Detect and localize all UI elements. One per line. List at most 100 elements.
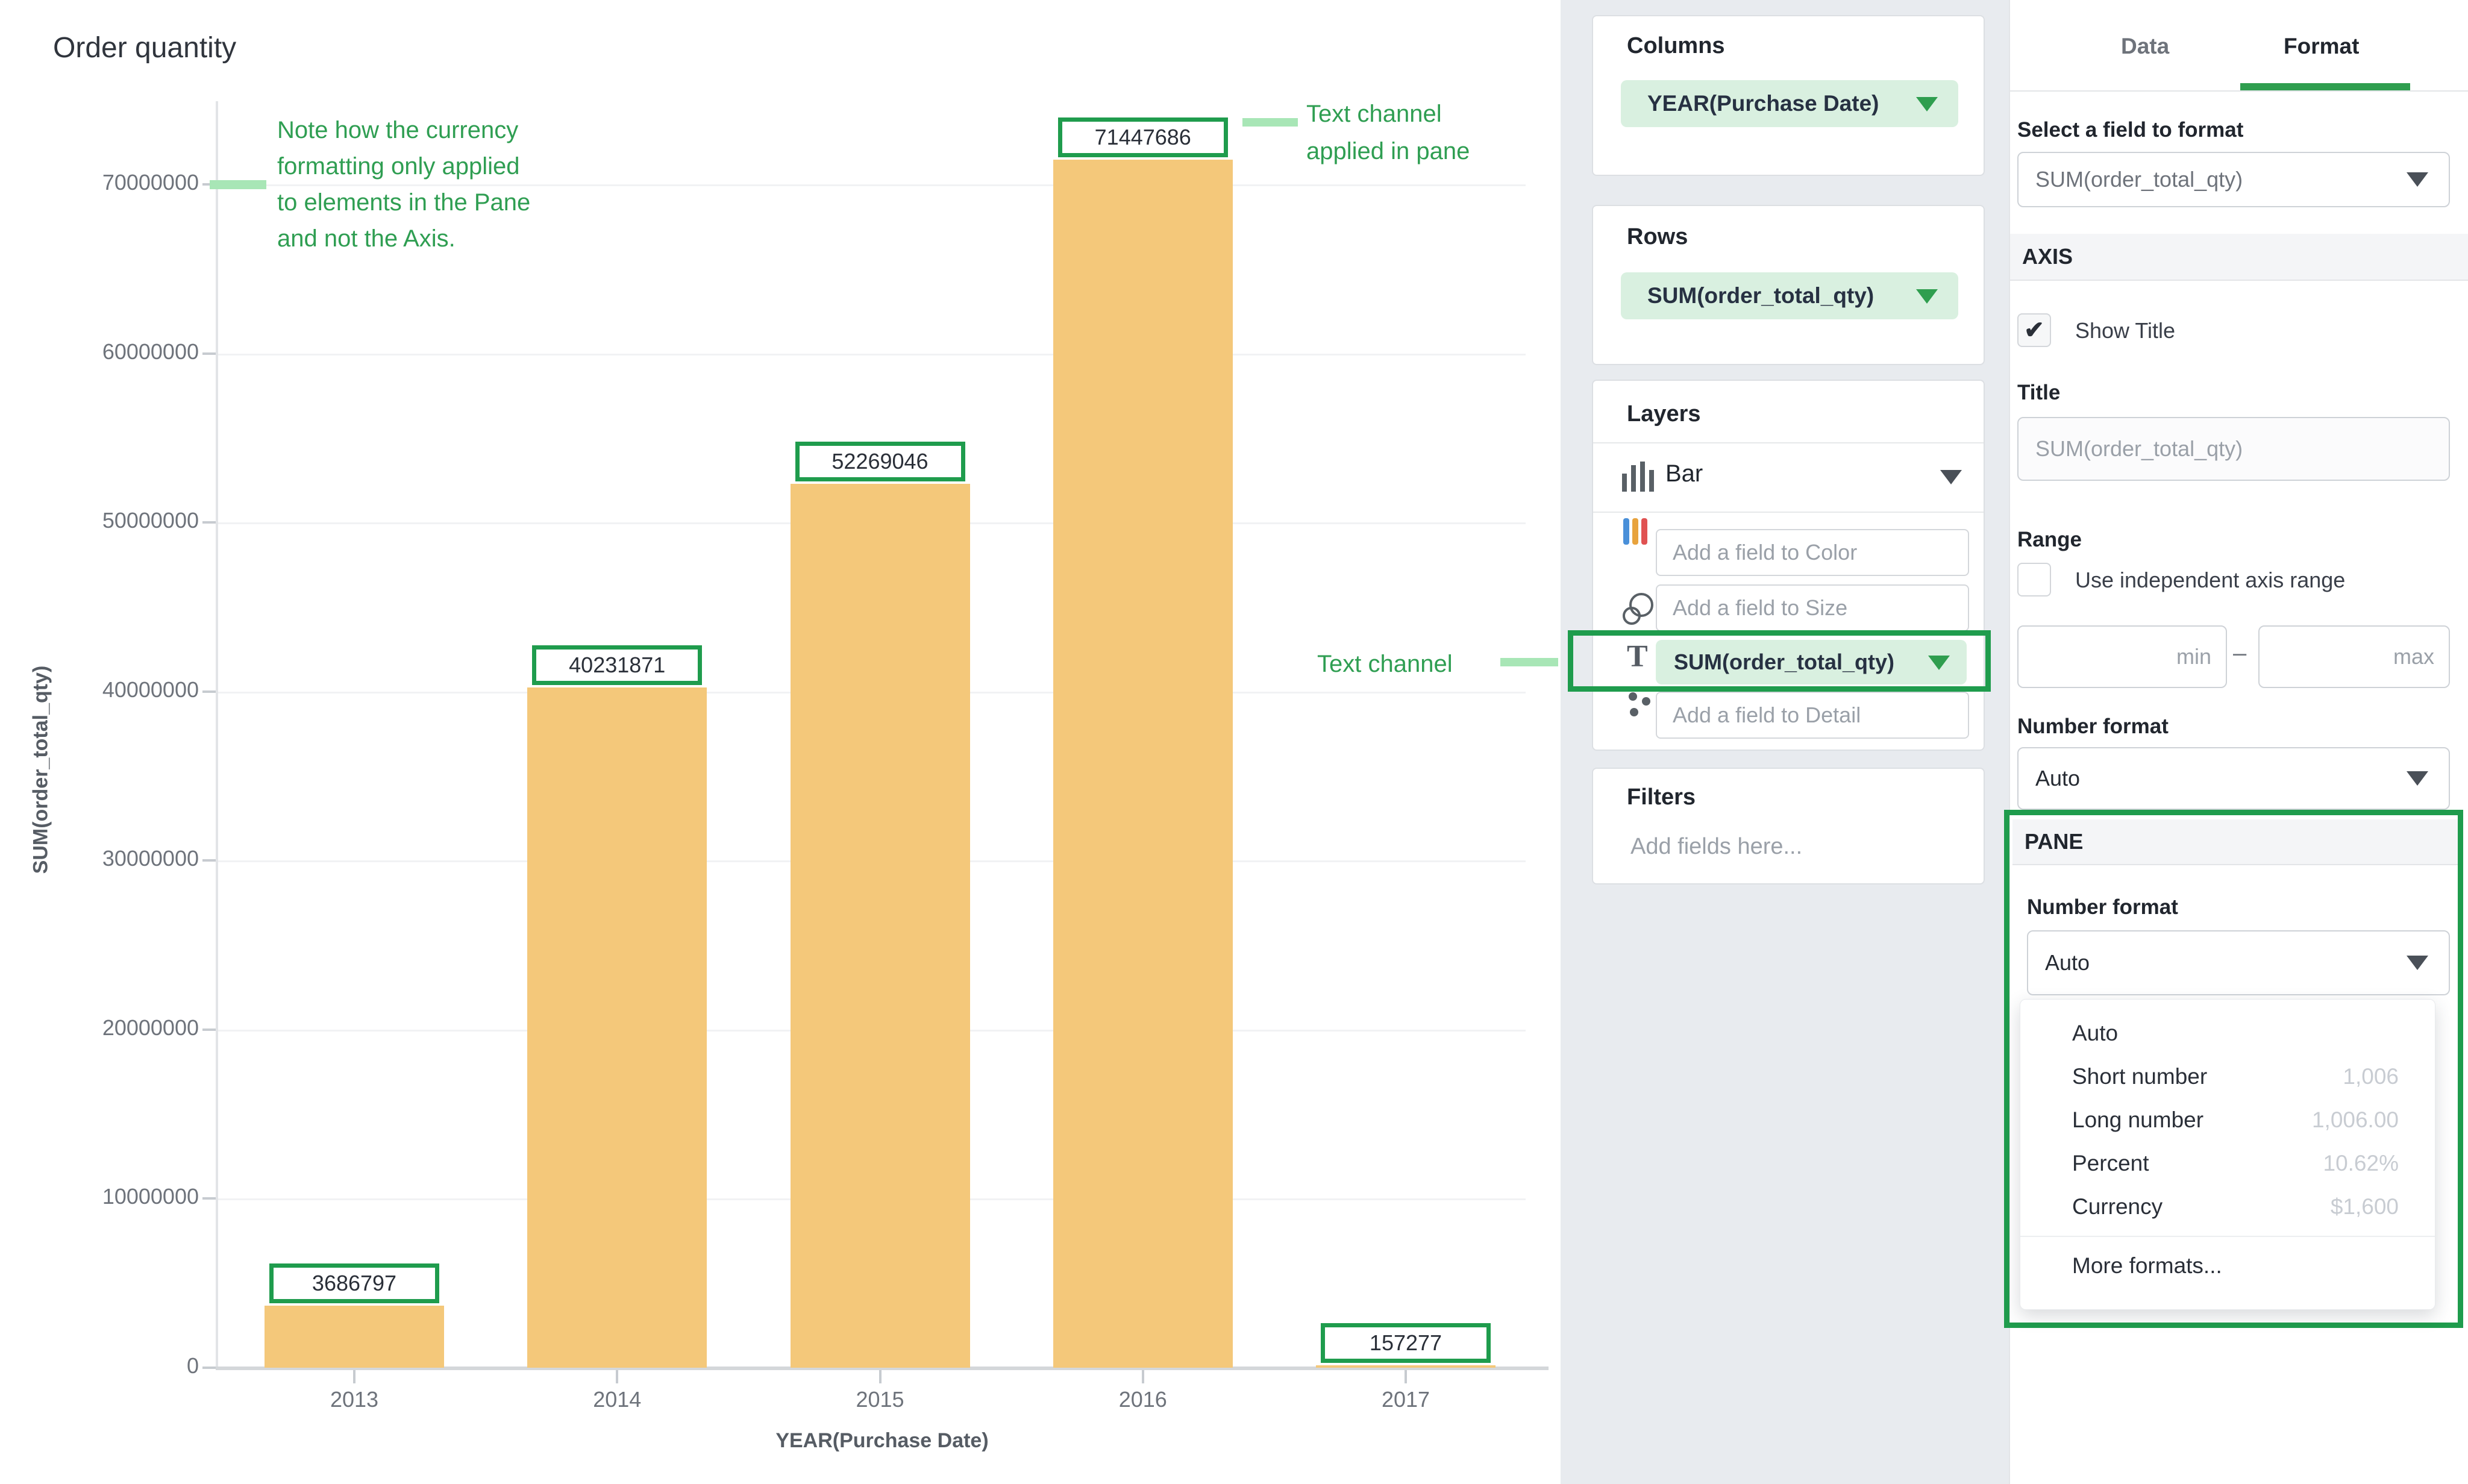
chevron-down-icon [2407, 956, 2428, 970]
y-axis-tick [202, 690, 216, 693]
axis-title-label: Title [2017, 381, 2060, 405]
chevron-down-icon [2407, 771, 2428, 786]
color-channel-field[interactable]: Add a field to Color [1656, 529, 1969, 576]
range-min-wrap [2017, 625, 2227, 688]
rows-card: Rows SUM(order_total_qty) [1592, 205, 1985, 365]
show-title-label: Show Title [2075, 318, 2175, 343]
chevron-down-icon[interactable] [1916, 97, 1938, 111]
menu-item-more-formats[interactable]: More formats... [2020, 1244, 2435, 1288]
tab-data[interactable]: Data [2121, 34, 2169, 59]
bar[interactable] [1053, 160, 1233, 1368]
x-axis-tick [1142, 1370, 1144, 1383]
pane-number-format-select[interactable]: Auto [2027, 930, 2450, 995]
detail-channel-icon [1622, 688, 1656, 722]
axis-number-format-value: Auto [2019, 766, 2080, 791]
annotation-connector-top [1242, 118, 1298, 127]
range-min-input[interactable] [2019, 644, 2226, 669]
y-axis-tick [202, 859, 216, 862]
show-title-checkbox[interactable]: ✔ [2017, 313, 2051, 347]
menu-item-currency[interactable]: Currency $1,600 [2020, 1185, 2435, 1229]
rows-field-pill[interactable]: SUM(order_total_qty) [1621, 272, 1958, 319]
field-select[interactable]: SUM(order_total_qty) [2017, 152, 2450, 207]
x-axis-tick-label: 2013 [264, 1387, 445, 1412]
x-axis-tick-label: 2015 [790, 1387, 971, 1412]
y-axis-tick [202, 1197, 216, 1200]
tab-format[interactable]: Format [2284, 34, 2359, 59]
y-axis-tick-label: 50000000 [24, 508, 199, 533]
size-channel-field[interactable]: Add a field to Size [1656, 584, 1969, 631]
bar[interactable] [791, 484, 970, 1368]
bar-value-label: 157277 [1321, 1323, 1491, 1363]
axis-number-format-label: Number format [2017, 715, 2169, 739]
y-axis-tick-label: 60000000 [24, 339, 199, 365]
menu-item-auto[interactable]: Auto [2020, 1012, 2435, 1055]
filters-placeholder: Add fields here... [1630, 834, 1802, 860]
columns-field-label: YEAR(Purchase Date) [1621, 91, 1879, 116]
y-axis-tick [202, 1367, 216, 1369]
y-axis-tick-label: 70000000 [24, 170, 199, 195]
range-dash: – [2233, 640, 2246, 667]
range-label: Range [2017, 528, 2082, 552]
bar-value-label: 52269046 [795, 442, 965, 481]
bar-value-label: 40231871 [532, 645, 702, 685]
columns-field-pill[interactable]: YEAR(Purchase Date) [1621, 80, 1958, 127]
x-axis-tick [353, 1370, 355, 1383]
bar-value-label: 3686797 [269, 1263, 439, 1303]
x-axis-tick [616, 1370, 618, 1383]
menu-item-long-number[interactable]: Long number 1,006.00 [2020, 1098, 2435, 1142]
annotation-connector-mid [1500, 658, 1558, 666]
number-format-menu: Auto Short number 1,006 Long number 1,00… [2020, 999, 2435, 1310]
bar[interactable] [265, 1306, 444, 1368]
text-channel-label: SUM(order_total_qty) [1656, 650, 1894, 675]
bar-chart-icon [1622, 462, 1654, 492]
annotation-text-channel: Text channel [1317, 651, 1489, 678]
bar-value-label: 71447686 [1058, 117, 1228, 157]
y-axis-tick [202, 352, 216, 355]
divider [2020, 1236, 2435, 1237]
annotation-note: Note how the currency formatting only ap… [277, 112, 530, 257]
layer-type-label: Bar [1665, 460, 1703, 487]
range-max-wrap [2258, 625, 2450, 688]
menu-item-percent[interactable]: Percent 10.62% [2020, 1142, 2435, 1185]
rows-header: Rows [1627, 224, 1688, 250]
pane-number-format-value: Auto [2028, 950, 2090, 975]
detail-channel-field[interactable]: Add a field to Detail [1656, 692, 1969, 739]
grid-line [218, 354, 1526, 355]
chevron-down-icon[interactable] [1916, 289, 1938, 304]
range-max-input[interactable] [2260, 644, 2449, 669]
annotation-text-channel-pane: Text channel applied in pane [1306, 95, 1470, 170]
divider [2009, 90, 2468, 92]
detail-channel-placeholder: Add a field to Detail [1657, 703, 1861, 728]
axis-highlight-mark [210, 180, 266, 189]
chevron-down-icon [2407, 172, 2428, 187]
x-axis-tick-label: 2017 [1315, 1387, 1496, 1412]
filters-header: Filters [1627, 784, 1696, 810]
y-axis-tick [202, 1028, 216, 1031]
axis-title-input[interactable] [2019, 436, 2449, 462]
chevron-down-icon[interactable] [1940, 470, 1962, 484]
field-select-value: SUM(order_total_qty) [2019, 167, 2243, 192]
bar[interactable] [1316, 1365, 1496, 1368]
text-channel-pill[interactable]: SUM(order_total_qty) [1656, 640, 1967, 684]
layer-row-bar[interactable]: Bar [1593, 443, 1984, 511]
menu-item-short-number[interactable]: Short number 1,006 [2020, 1055, 2435, 1098]
layers-card: Layers Bar Add a field to Color [1592, 380, 1985, 751]
pane-section-header: PANE [2012, 819, 2460, 865]
select-field-label: Select a field to format [2017, 118, 2243, 142]
y-axis-title: SUM(order_total_qty) [30, 589, 53, 951]
independent-range-checkbox[interactable] [2017, 563, 2051, 596]
rows-field-label: SUM(order_total_qty) [1621, 283, 1874, 308]
y-axis-tick-label: 30000000 [24, 846, 199, 871]
x-axis-title: YEAR(Purchase Date) [219, 1429, 1545, 1453]
y-axis-tick-label: 20000000 [24, 1015, 199, 1041]
checkmark-icon: ✔ [2024, 316, 2044, 344]
chevron-down-icon[interactable] [1928, 656, 1950, 670]
active-tab-underline [2240, 83, 2410, 90]
x-axis-tick-label: 2016 [1053, 1387, 1233, 1412]
axis-title-input-wrap [2017, 417, 2450, 481]
axis-number-format-select[interactable]: Auto [2017, 747, 2450, 810]
bar[interactable] [527, 687, 707, 1368]
filters-card: Filters Add fields here... [1592, 768, 1985, 884]
size-channel-icon [1618, 590, 1656, 628]
app-window: Order quantity SUM(order_total_qty) YEAR… [0, 0, 2468, 1484]
